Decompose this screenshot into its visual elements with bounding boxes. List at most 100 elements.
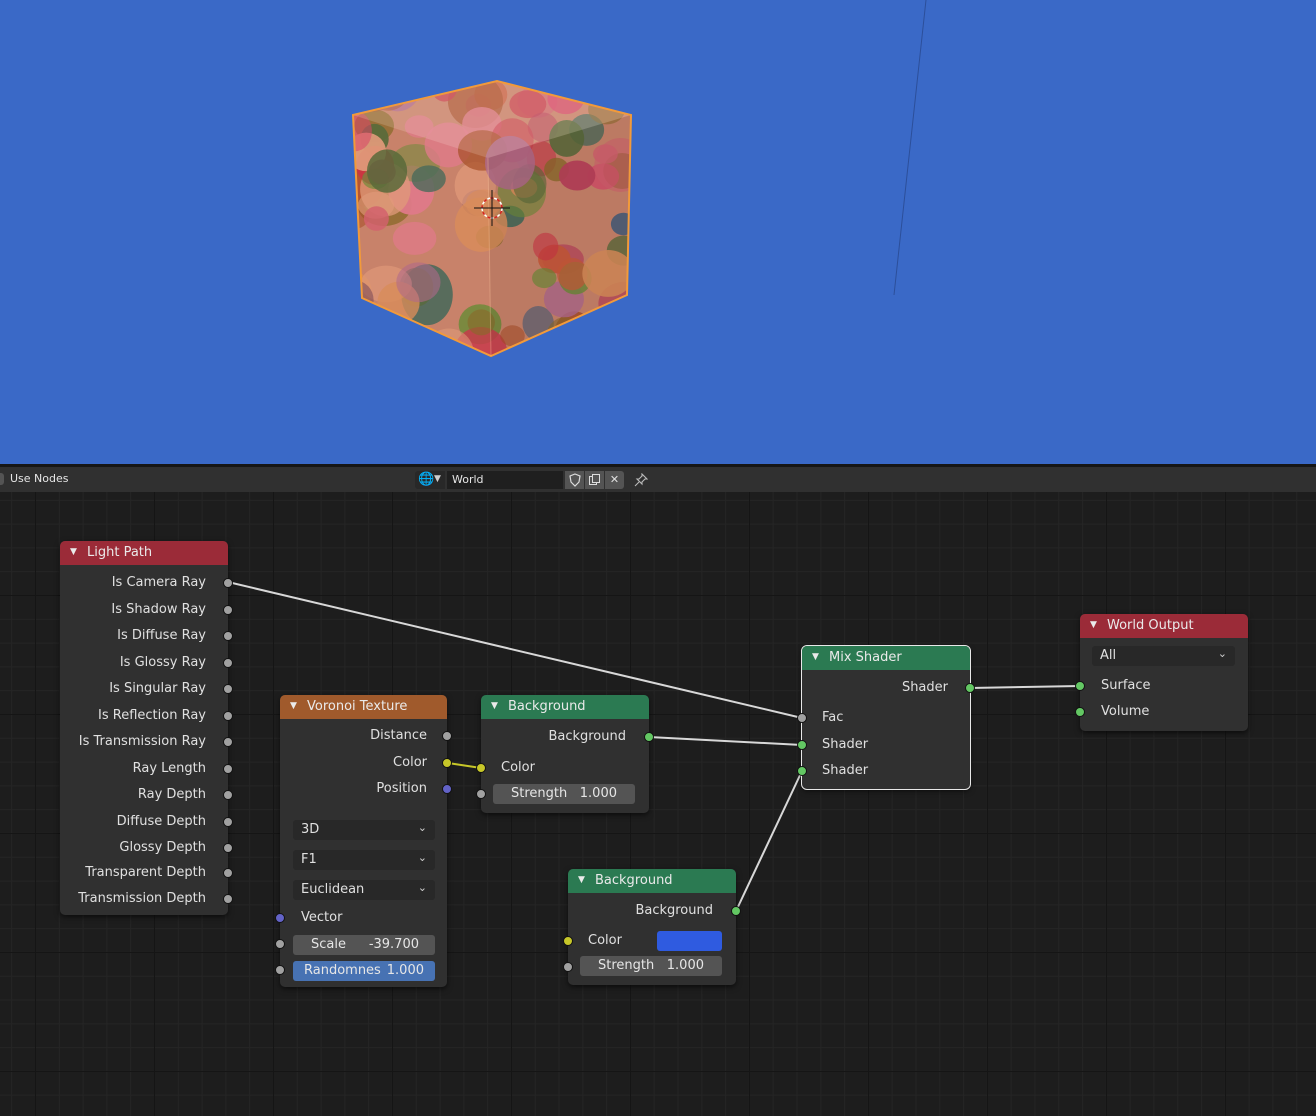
output-socket[interactable] xyxy=(223,631,233,641)
output-position-socket[interactable] xyxy=(442,784,452,794)
output-row-label: Transmission Depth xyxy=(78,891,206,906)
input-volume-socket[interactable] xyxy=(1075,707,1085,717)
output-background-socket[interactable] xyxy=(731,906,741,916)
3d-viewport[interactable] xyxy=(0,0,1316,464)
feature-dropdown[interactable]: F1 ⌄ xyxy=(293,850,435,870)
input-color-label: Color xyxy=(501,760,535,775)
world-output-header[interactable]: ▼ World Output xyxy=(1080,614,1248,638)
background-2-header[interactable]: ▼ Background xyxy=(568,869,736,893)
color-swatch[interactable] xyxy=(657,931,722,951)
collapse-triangle-icon[interactable]: ▼ xyxy=(812,652,819,662)
output-shader-label: Shader xyxy=(901,680,948,695)
input-randomness-socket[interactable] xyxy=(275,965,285,975)
output-socket[interactable] xyxy=(223,843,233,853)
use-nodes-label[interactable]: Use Nodes xyxy=(10,472,69,485)
strength-field[interactable]: Strength 1.000 xyxy=(493,784,635,804)
strength-field[interactable]: Strength 1.000 xyxy=(580,956,722,976)
duplicate-icon xyxy=(589,474,600,485)
output-socket[interactable] xyxy=(223,605,233,615)
world-icon: 🌐 xyxy=(418,472,435,487)
output-socket[interactable] xyxy=(223,578,233,588)
randomness-field[interactable]: Randomnes 1.000 xyxy=(293,961,435,981)
output-row-label: Is Transmission Ray xyxy=(78,734,206,749)
world-output-node[interactable]: ▼ World Output All ⌄ Surface Volume xyxy=(1075,614,1248,731)
mix-shader-node[interactable]: ▼ Mix Shader Shader Fac Shader Shader xyxy=(797,645,975,790)
light-path-header[interactable]: ▼ Light Path xyxy=(60,541,228,565)
dimensions-value: 3D xyxy=(301,822,320,837)
target-value: All xyxy=(1100,648,1117,663)
link-bg1-to-shader1[interactable] xyxy=(648,736,803,746)
link-mix-to-surface[interactable] xyxy=(969,685,1081,689)
input-surface-socket[interactable] xyxy=(1075,681,1085,691)
input-strength-socket[interactable] xyxy=(476,789,486,799)
output-shader-socket[interactable] xyxy=(965,683,975,693)
input-shader-1-socket[interactable] xyxy=(797,740,807,750)
output-socket[interactable] xyxy=(223,737,233,747)
output-distance-socket[interactable] xyxy=(442,731,452,741)
output-socket[interactable] xyxy=(223,658,233,668)
chevron-down-icon: ⌄ xyxy=(417,821,427,834)
input-color-socket[interactable] xyxy=(563,936,573,946)
output-row-label: Ray Length xyxy=(132,761,206,776)
dimensions-dropdown[interactable]: 3D ⌄ xyxy=(293,820,435,840)
scale-value: -39.700 xyxy=(368,937,419,952)
node-canvas[interactable]: ▼ Light Path Is Camera Ray Is Shadow Ray I… xyxy=(0,492,1316,1116)
world-name-text: World xyxy=(452,473,484,486)
input-vector-socket[interactable] xyxy=(275,913,285,923)
input-vector-label: Vector xyxy=(301,910,343,925)
fake-user-shield-icon xyxy=(568,473,581,487)
input-color-label: Color xyxy=(588,933,622,948)
input-fac-label: Fac xyxy=(822,710,844,725)
world-browse-button[interactable]: 🌐 ▼ xyxy=(415,471,445,489)
background-2-title: Background xyxy=(595,873,673,888)
background-node-1[interactable]: ▼ Background Background Color Strength 1… xyxy=(476,695,654,813)
collapse-triangle-icon[interactable]: ▼ xyxy=(70,547,77,557)
link-bg2-to-shader2[interactable] xyxy=(735,770,803,912)
mix-shader-header[interactable]: ▼ Mix Shader xyxy=(802,646,970,670)
world-name-field[interactable]: World xyxy=(447,471,563,489)
pin-icon xyxy=(634,472,649,487)
collapse-triangle-icon[interactable]: ▼ xyxy=(290,701,297,711)
voronoi-texture-node[interactable]: ▼ Voronoi Texture Distance Color Positio… xyxy=(275,695,452,987)
output-background-label: Background xyxy=(548,729,626,744)
output-color-label: Color xyxy=(393,755,427,770)
use-nodes-checkbox[interactable] xyxy=(0,473,4,485)
light-path-node[interactable]: ▼ Light Path Is Camera Ray Is Shadow Ray I… xyxy=(60,541,233,915)
pin-button[interactable] xyxy=(632,471,650,489)
output-row-label: Ray Depth xyxy=(137,787,206,802)
collapse-triangle-icon[interactable]: ▼ xyxy=(578,875,585,885)
randomness-label: Randomnes xyxy=(304,963,381,978)
chevron-down-icon: ⌄ xyxy=(417,881,427,894)
fake-user-button[interactable] xyxy=(565,471,584,489)
input-scale-socket[interactable] xyxy=(275,939,285,949)
output-row-label: Is Shadow Ray xyxy=(111,602,206,617)
background-node-2[interactable]: ▼ Background Background Color Strength 1… xyxy=(563,869,741,985)
output-socket[interactable] xyxy=(223,894,233,904)
scale-label: Scale xyxy=(311,937,346,952)
input-strength-socket[interactable] xyxy=(563,962,573,972)
distance-metric-dropdown[interactable]: Euclidean ⌄ xyxy=(293,880,435,900)
output-row-label: Transparent Depth xyxy=(85,865,206,880)
target-dropdown[interactable]: All ⌄ xyxy=(1092,646,1235,666)
output-background-socket[interactable] xyxy=(644,732,654,742)
output-socket[interactable] xyxy=(223,868,233,878)
strength-value: 1.000 xyxy=(579,786,617,801)
output-socket[interactable] xyxy=(223,684,233,694)
input-shader-2-socket[interactable] xyxy=(797,766,807,776)
output-socket[interactable] xyxy=(223,790,233,800)
voronoi-header[interactable]: ▼ Voronoi Texture xyxy=(280,695,447,719)
output-socket[interactable] xyxy=(223,817,233,827)
scale-field[interactable]: Scale -39.700 xyxy=(293,935,435,955)
mix-shader-title: Mix Shader xyxy=(829,650,902,665)
background-1-header[interactable]: ▼ Background xyxy=(481,695,649,719)
input-fac-socket[interactable] xyxy=(797,713,807,723)
collapse-triangle-icon[interactable]: ▼ xyxy=(1090,620,1097,630)
unlink-button[interactable]: ✕ xyxy=(605,471,624,489)
output-socket[interactable] xyxy=(223,711,233,721)
collapse-triangle-icon[interactable]: ▼ xyxy=(491,701,498,711)
input-color-socket[interactable] xyxy=(476,763,486,773)
duplicate-button[interactable] xyxy=(585,471,604,489)
output-socket[interactable] xyxy=(223,764,233,774)
background-1-title: Background xyxy=(508,699,586,714)
output-color-socket[interactable] xyxy=(442,758,452,768)
